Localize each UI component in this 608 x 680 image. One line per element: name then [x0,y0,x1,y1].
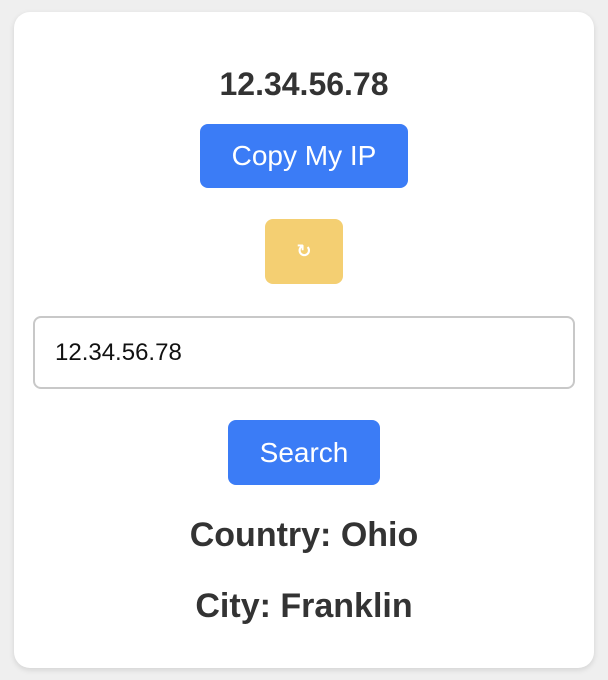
search-button[interactable]: Search [228,420,380,485]
ip-lookup-card: 12.34.56.78 Copy My IP ↻ Search Country:… [14,12,594,668]
copy-my-ip-button[interactable]: Copy My IP [200,124,408,188]
city-result: City: Franklin [195,587,413,625]
country-result: Country: Ohio [189,516,419,554]
refresh-icon: ↻ [296,241,312,262]
current-ip-display: 12.34.56.78 [219,66,389,102]
ip-search-input[interactable] [33,316,575,389]
refresh-button[interactable]: ↻ [265,219,343,284]
